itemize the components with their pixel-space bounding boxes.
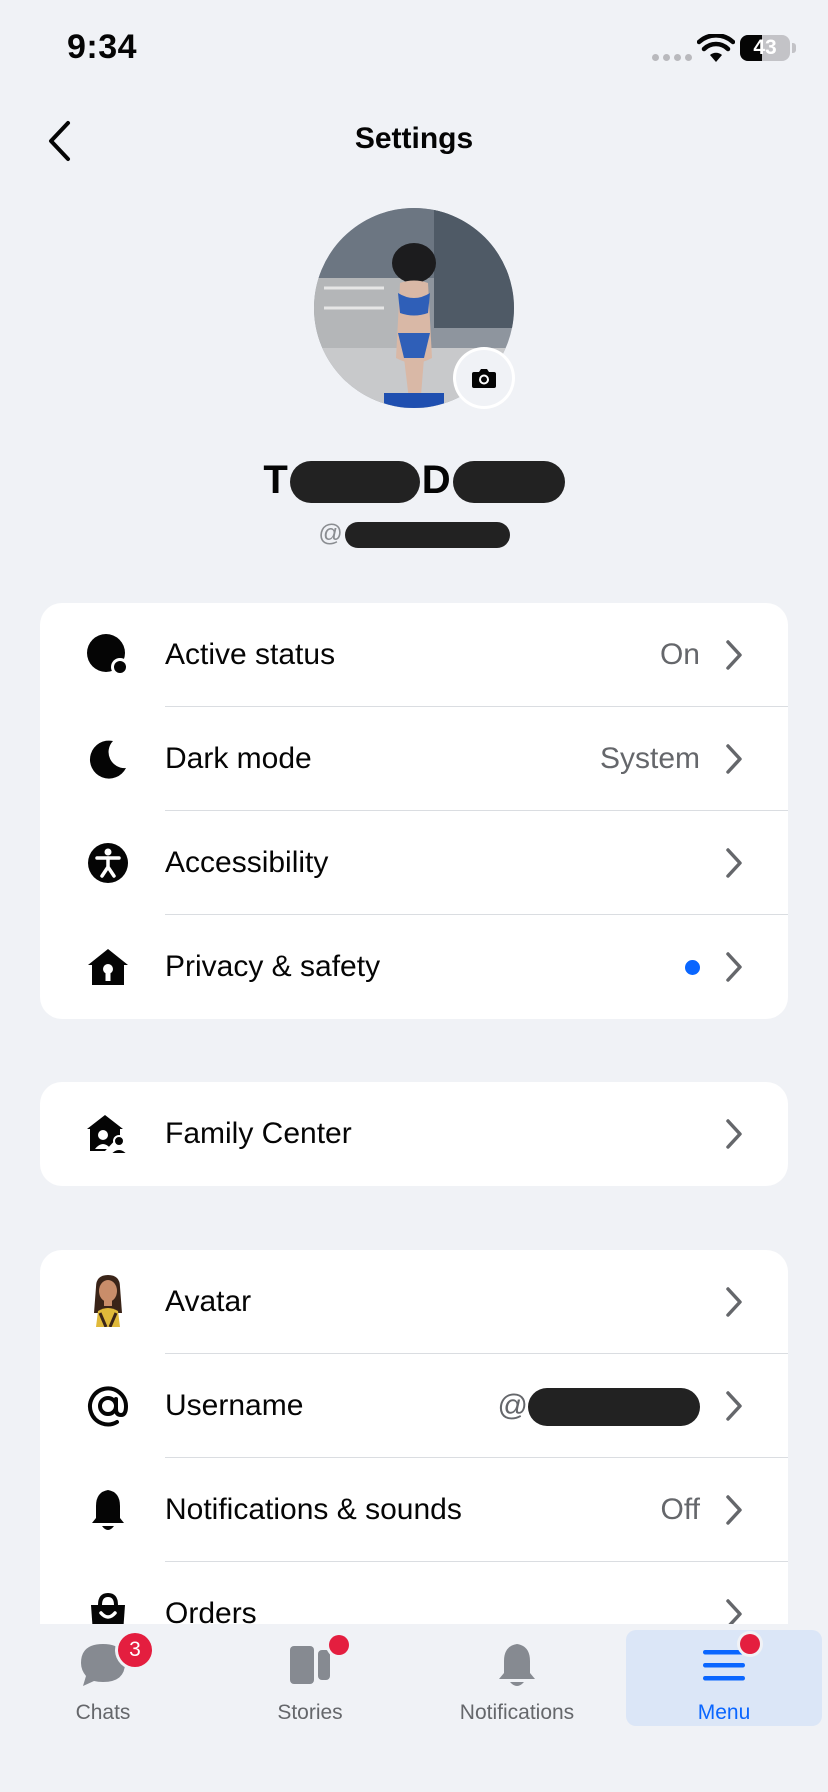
redaction-mark [289,461,420,504]
row-value: System [599,742,700,775]
tab-chats[interactable]: 3 Chats [5,1630,201,1726]
active-status-row[interactable]: Active status On [40,603,788,707]
tab-label: Notifications [459,1701,575,1724]
profile-name-last: D [421,458,451,502]
redaction-mark [344,521,510,548]
stories-notification-dot [329,1635,349,1655]
row-label: Orders [165,1597,257,1624]
status-time: 9:34 [67,28,138,66]
settings-card-account: Avatar Username @ Notifications & sounds… [40,1250,788,1624]
header: Settings [0,100,828,182]
row-value: @ [498,1354,700,1458]
chevron-right-icon [726,1495,742,1525]
avatar-icon [84,1275,132,1327]
family-center-row[interactable]: Family Center [40,1082,788,1186]
hamburger-menu-icon [626,1640,822,1690]
row-label: Dark mode [165,742,312,775]
row-label: Notifications & sounds [165,1493,462,1526]
row-value: Off [660,1493,700,1526]
chat-bubble-icon [5,1640,201,1690]
battery-tip [792,43,796,53]
at-sign-icon [84,1382,132,1430]
row-label: Username [165,1389,304,1422]
shopping-bag-icon [84,1590,132,1624]
chevron-right-icon [726,744,742,774]
menu-notification-dot [740,1634,760,1654]
chevron-right-icon [726,848,742,878]
tab-label: Chats [75,1701,131,1724]
status-bar: 9:34 43 [0,0,828,100]
active-status-icon [84,631,132,679]
redaction-mark [452,461,565,504]
battery-level: 43 [753,36,777,59]
row-label: Avatar [165,1285,252,1318]
accessibility-icon [84,839,132,887]
chevron-right-icon [726,1391,742,1421]
privacy-safety-row[interactable]: Privacy & safety [40,915,788,1019]
profile-name-first: T [263,458,288,502]
moon-icon [84,735,132,783]
redaction-mark [528,1388,700,1427]
tab-menu[interactable]: Menu [626,1630,822,1726]
username-row[interactable]: Username @ [40,1354,788,1458]
dark-mode-row[interactable]: Dark mode System [40,707,788,811]
notifications-sounds-row[interactable]: Notifications & sounds Off [40,1458,788,1562]
avatar-row[interactable]: Avatar [40,1250,788,1354]
row-value: On [659,638,700,671]
family-center-icon [84,1110,132,1158]
orders-row[interactable]: Orders [40,1562,788,1624]
tab-notifications[interactable]: Notifications [419,1630,615,1726]
chats-unread-badge: 3 [118,1633,152,1667]
settings-card-family: Family Center [40,1082,788,1186]
profile-name: TD [0,458,828,504]
privacy-house-lock-icon [84,943,132,991]
page-title: Settings [354,122,474,155]
profile-handle: @ [0,520,828,548]
bell-icon [419,1640,615,1690]
chevron-right-icon [726,1599,742,1624]
profile-handle-prefix: @ [318,520,343,547]
bell-icon [84,1486,132,1534]
tab-bar: 3 Chats Stories Notifications Menu [0,1624,828,1792]
new-indicator-dot [685,960,700,975]
accessibility-row[interactable]: Accessibility [40,811,788,915]
tab-label: Menu [697,1701,751,1724]
battery-icon: 43 [740,35,790,61]
row-label: Active status [165,638,336,671]
cellular-signal-icon [652,54,692,61]
row-label: Privacy & safety [165,950,381,983]
camera-icon [472,369,496,388]
chevron-right-icon [726,952,742,982]
username-prefix: @ [497,1389,528,1422]
settings-card-general: Active status On Dark mode System Access… [40,603,788,1019]
row-label: Accessibility [165,846,329,879]
change-photo-button[interactable] [456,350,512,406]
chevron-right-icon [726,640,742,670]
chevron-right-icon [726,1287,742,1317]
tab-stories[interactable]: Stories [212,1630,408,1726]
wifi-icon [697,34,735,62]
tab-label: Stories [277,1701,343,1724]
row-label: Family Center [165,1117,352,1150]
stories-icon [212,1640,408,1690]
chevron-right-icon [726,1119,742,1149]
